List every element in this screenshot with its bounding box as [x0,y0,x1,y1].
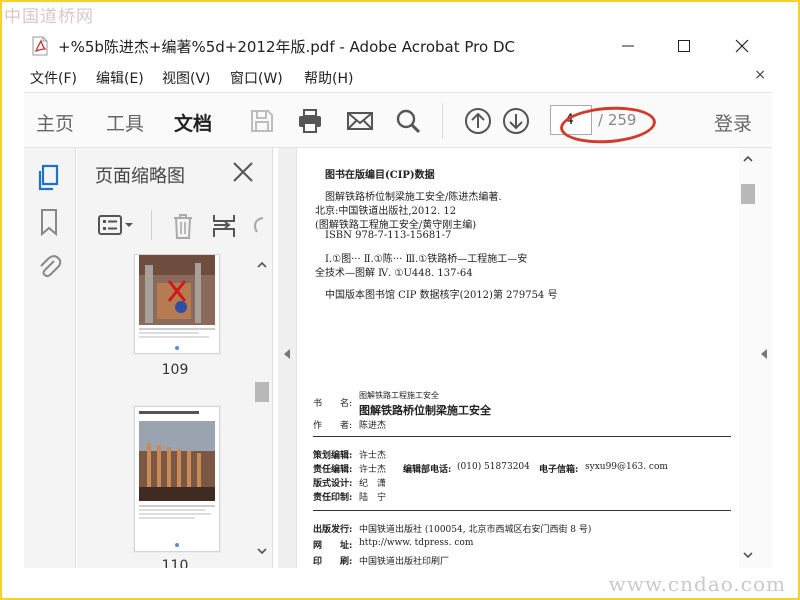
attachment-icon[interactable] [36,252,62,280]
panel-splitter[interactable] [278,148,296,568]
panel-title: 页面缩略图 [95,166,185,187]
thumbnail-toolbar [77,204,273,248]
divider-line [313,436,731,437]
thumbnail-list: 109 110 [77,254,273,568]
book-title: 图解铁路桥位制梁施工安全 [359,404,491,417]
series-label: 书 名: [313,399,353,409]
login-button[interactable]: 登录 [714,109,752,136]
cip-line: 北京:中国铁道出版社,2012. 12 [315,206,457,217]
delete-page-icon[interactable] [171,212,195,240]
scroll-down-icon[interactable] [743,550,753,560]
window-title: +%5b陈进杰+编著%5d+2012年版.pdf - Adobe Acrobat… [58,38,515,56]
thumbnail-label: 109 [161,362,189,378]
credit-value: 许士杰 [359,465,387,475]
close-panel-icon[interactable] [231,160,255,184]
scroll-up-icon[interactable] [257,260,267,270]
menu-window[interactable]: 窗口(W) [230,68,283,88]
thumbnail-image-109 [139,255,215,350]
title-bar: +%5b陈进杰+编著%5d+2012年版.pdf - Adobe Acrobat… [24,30,772,64]
watermark-top: 中国道桥网 [4,7,94,27]
bookmark-icon[interactable] [36,208,62,236]
dept-phone: (010) 51873204 [457,462,530,472]
tab-tools[interactable]: 工具 [106,109,144,136]
insert-page-icon[interactable] [211,212,237,240]
credit-value: 许士杰 [359,451,387,461]
classification-line: Ⅰ.①图··· Ⅱ.①陈··· Ⅲ.①铁路桥—工程施工—安 [325,254,528,265]
close-icon [735,39,749,53]
publisher: 中国铁道出版社 (100054, 北京市西城区右安门西街 8 号) [359,525,592,535]
pages-icon[interactable] [36,164,62,192]
minimize-button[interactable] [608,32,648,60]
close-window-button[interactable] [722,32,762,60]
classification-line: 全技术—图解 Ⅳ. ①U448. 137-64 [315,268,473,279]
cip-line: (图解铁路工程施工安全/黄守刚主编) [315,220,477,231]
thumbnail-label: 110 [161,558,189,568]
publisher-label: 出版发行: [313,525,353,535]
toolbar-separator [442,103,443,139]
close-document-button[interactable]: × [754,67,766,83]
menu-view[interactable]: 视图(V) [162,68,211,88]
scrollbar-thumb[interactable] [255,382,269,402]
author-label: 作 者: [313,421,353,431]
scrollbar-thumb[interactable] [741,184,755,204]
maximize-icon [678,40,690,52]
credit-value: 陆 宁 [359,493,387,503]
cip-line: 图解铁路桥位制梁施工安全/陈进杰编著. [325,192,502,203]
cip-heading: 图书在版编目(CIP)数据 [325,170,435,181]
dept-phone-label: 编辑部电话: [403,465,452,475]
credit-label: 责任印制: [313,493,353,503]
menu-file[interactable]: 文件(F) [30,68,77,88]
thumbnail-toolbar-separator [151,210,152,240]
scroll-up-icon[interactable] [743,154,753,164]
thumbnail-options-icon[interactable] [97,214,137,238]
author-name: 陈进杰 [359,421,387,431]
print-icon[interactable] [296,107,324,135]
cip-line: ISBN 978-7-113-15681-7 [325,230,452,241]
email-address: syxu99@163. com [585,462,668,472]
expand-right-pane-icon[interactable] [760,348,768,360]
thumbnail-page-109[interactable] [134,254,220,354]
scroll-down-icon[interactable] [257,546,267,556]
email-label: 电子信箱: [539,465,579,475]
mail-icon[interactable] [346,107,374,135]
right-pane-toggle[interactable] [756,148,772,568]
minimize-icon [622,45,634,47]
credit-value: 纪 潇 [359,479,387,489]
page-down-icon[interactable] [502,107,530,135]
pdf-file-icon [32,36,48,56]
menu-bar: 文件(F) 编辑(E) 视图(V) 窗口(W) 帮助(H) × [24,66,772,90]
website-label: 网 址: [313,541,353,551]
thumbnail-image-110 [139,411,215,547]
rotate-page-icon[interactable] [249,212,267,240]
maximize-button[interactable] [664,32,704,60]
thumbnail-page-110[interactable] [134,406,220,552]
page-thumbnails-panel: 页面缩略图 109 110 [77,148,273,568]
menu-help[interactable]: 帮助(H) [304,68,353,88]
credit-label: 版式设计: [313,479,353,489]
series-name: 图解铁路工程施工安全 [359,391,439,400]
watermark-bottom: www.cndao.com [608,572,786,596]
divider-line [313,510,731,511]
website: http://www. tdpress. com [359,538,474,548]
search-icon[interactable] [394,107,422,135]
printer: 中国铁道出版社印刷厂 [359,557,450,567]
document-scrollbar[interactable] [739,148,757,568]
tab-home[interactable]: 主页 [36,109,74,136]
credit-label: 责任编辑: [313,465,353,475]
printer-label: 印 刷: [313,557,353,567]
tab-document[interactable]: 文档 [174,109,212,136]
page-up-icon[interactable] [464,107,492,135]
credit-label: 策划编辑: [313,451,353,461]
collapse-panel-icon[interactable] [283,348,291,360]
main-toolbar: 主页 工具 文档 4 / 259 登录 [24,92,772,148]
cip-number: 中国版本图书馆 CIP 数据核字(2012)第 279754 号 [325,290,558,301]
menu-edit[interactable]: 编辑(E) [96,68,144,88]
navigation-rail [24,148,76,568]
document-view[interactable]: 图书在版编目(CIP)数据 图解铁路桥位制梁施工安全/陈进杰编著. 北京:中国铁… [296,148,758,568]
save-icon[interactable] [248,107,276,135]
thumbnail-scrollbar[interactable] [253,254,271,568]
